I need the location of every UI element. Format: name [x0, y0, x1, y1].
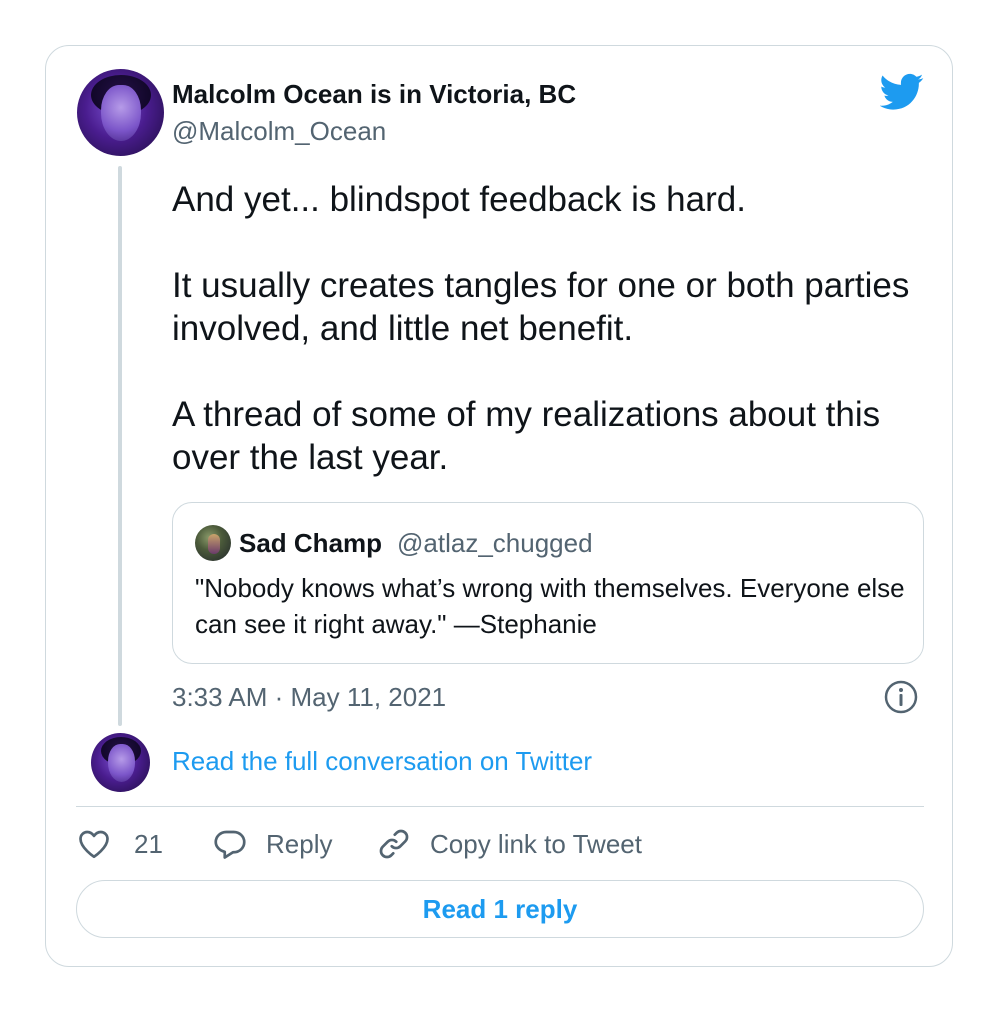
- quoted-author-name: Sad Champ: [239, 528, 383, 558]
- tweet-paragraph: And yet... blindspot feedback is hard.: [172, 180, 746, 219]
- tweet-timestamp[interactable]: 3:33 AM · May 11, 2021: [172, 682, 446, 713]
- copy-link-button[interactable]: Copy link to Tweet: [376, 824, 642, 864]
- read-conversation-link[interactable]: Read the full conversation on Twitter: [172, 746, 592, 777]
- reply-label: Reply: [266, 828, 333, 859]
- tweet-embed-card: Malcolm Ocean is in Victoria, BC @Malcol…: [45, 45, 953, 967]
- link-icon: [379, 829, 409, 859]
- quoted-author-avatar: [195, 525, 231, 561]
- author-avatar[interactable]: [77, 69, 164, 156]
- copy-link-label: Copy link to Tweet: [430, 828, 642, 859]
- info-icon[interactable]: [884, 680, 918, 714]
- author-handle[interactable]: @Malcolm_Ocean: [172, 116, 386, 147]
- action-bar: 21 Reply Copy link to Tweet: [76, 824, 924, 864]
- comment-bubble-icon: [214, 830, 246, 859]
- tweet-paragraph: It usually creates tangles for one or bo…: [172, 266, 910, 348]
- author-name[interactable]: Malcolm Ocean is in Victoria, BC: [172, 79, 576, 110]
- tweet-paragraph: A thread of some of my realizations abou…: [172, 395, 881, 477]
- like-count: 21: [134, 828, 163, 859]
- thread-author-avatar[interactable]: [91, 733, 150, 792]
- quoted-tweet[interactable]: Sad Champ @atlaz_chugged "Nobody knows w…: [172, 502, 924, 664]
- like-button[interactable]: 21: [76, 824, 163, 864]
- twitter-bird-icon[interactable]: [880, 73, 924, 111]
- quoted-tweet-text: "Nobody knows what’s wrong with themselv…: [195, 573, 905, 639]
- tweet-body: And yet... blindspot feedback is hard. I…: [172, 178, 922, 479]
- thread-connector-line: [118, 166, 122, 726]
- read-replies-button[interactable]: Read 1 reply: [76, 880, 924, 938]
- quoted-author-handle: @atlaz_chugged: [397, 528, 593, 558]
- divider: [76, 806, 924, 807]
- reply-button[interactable]: Reply: [212, 824, 332, 864]
- heart-icon: [79, 830, 109, 859]
